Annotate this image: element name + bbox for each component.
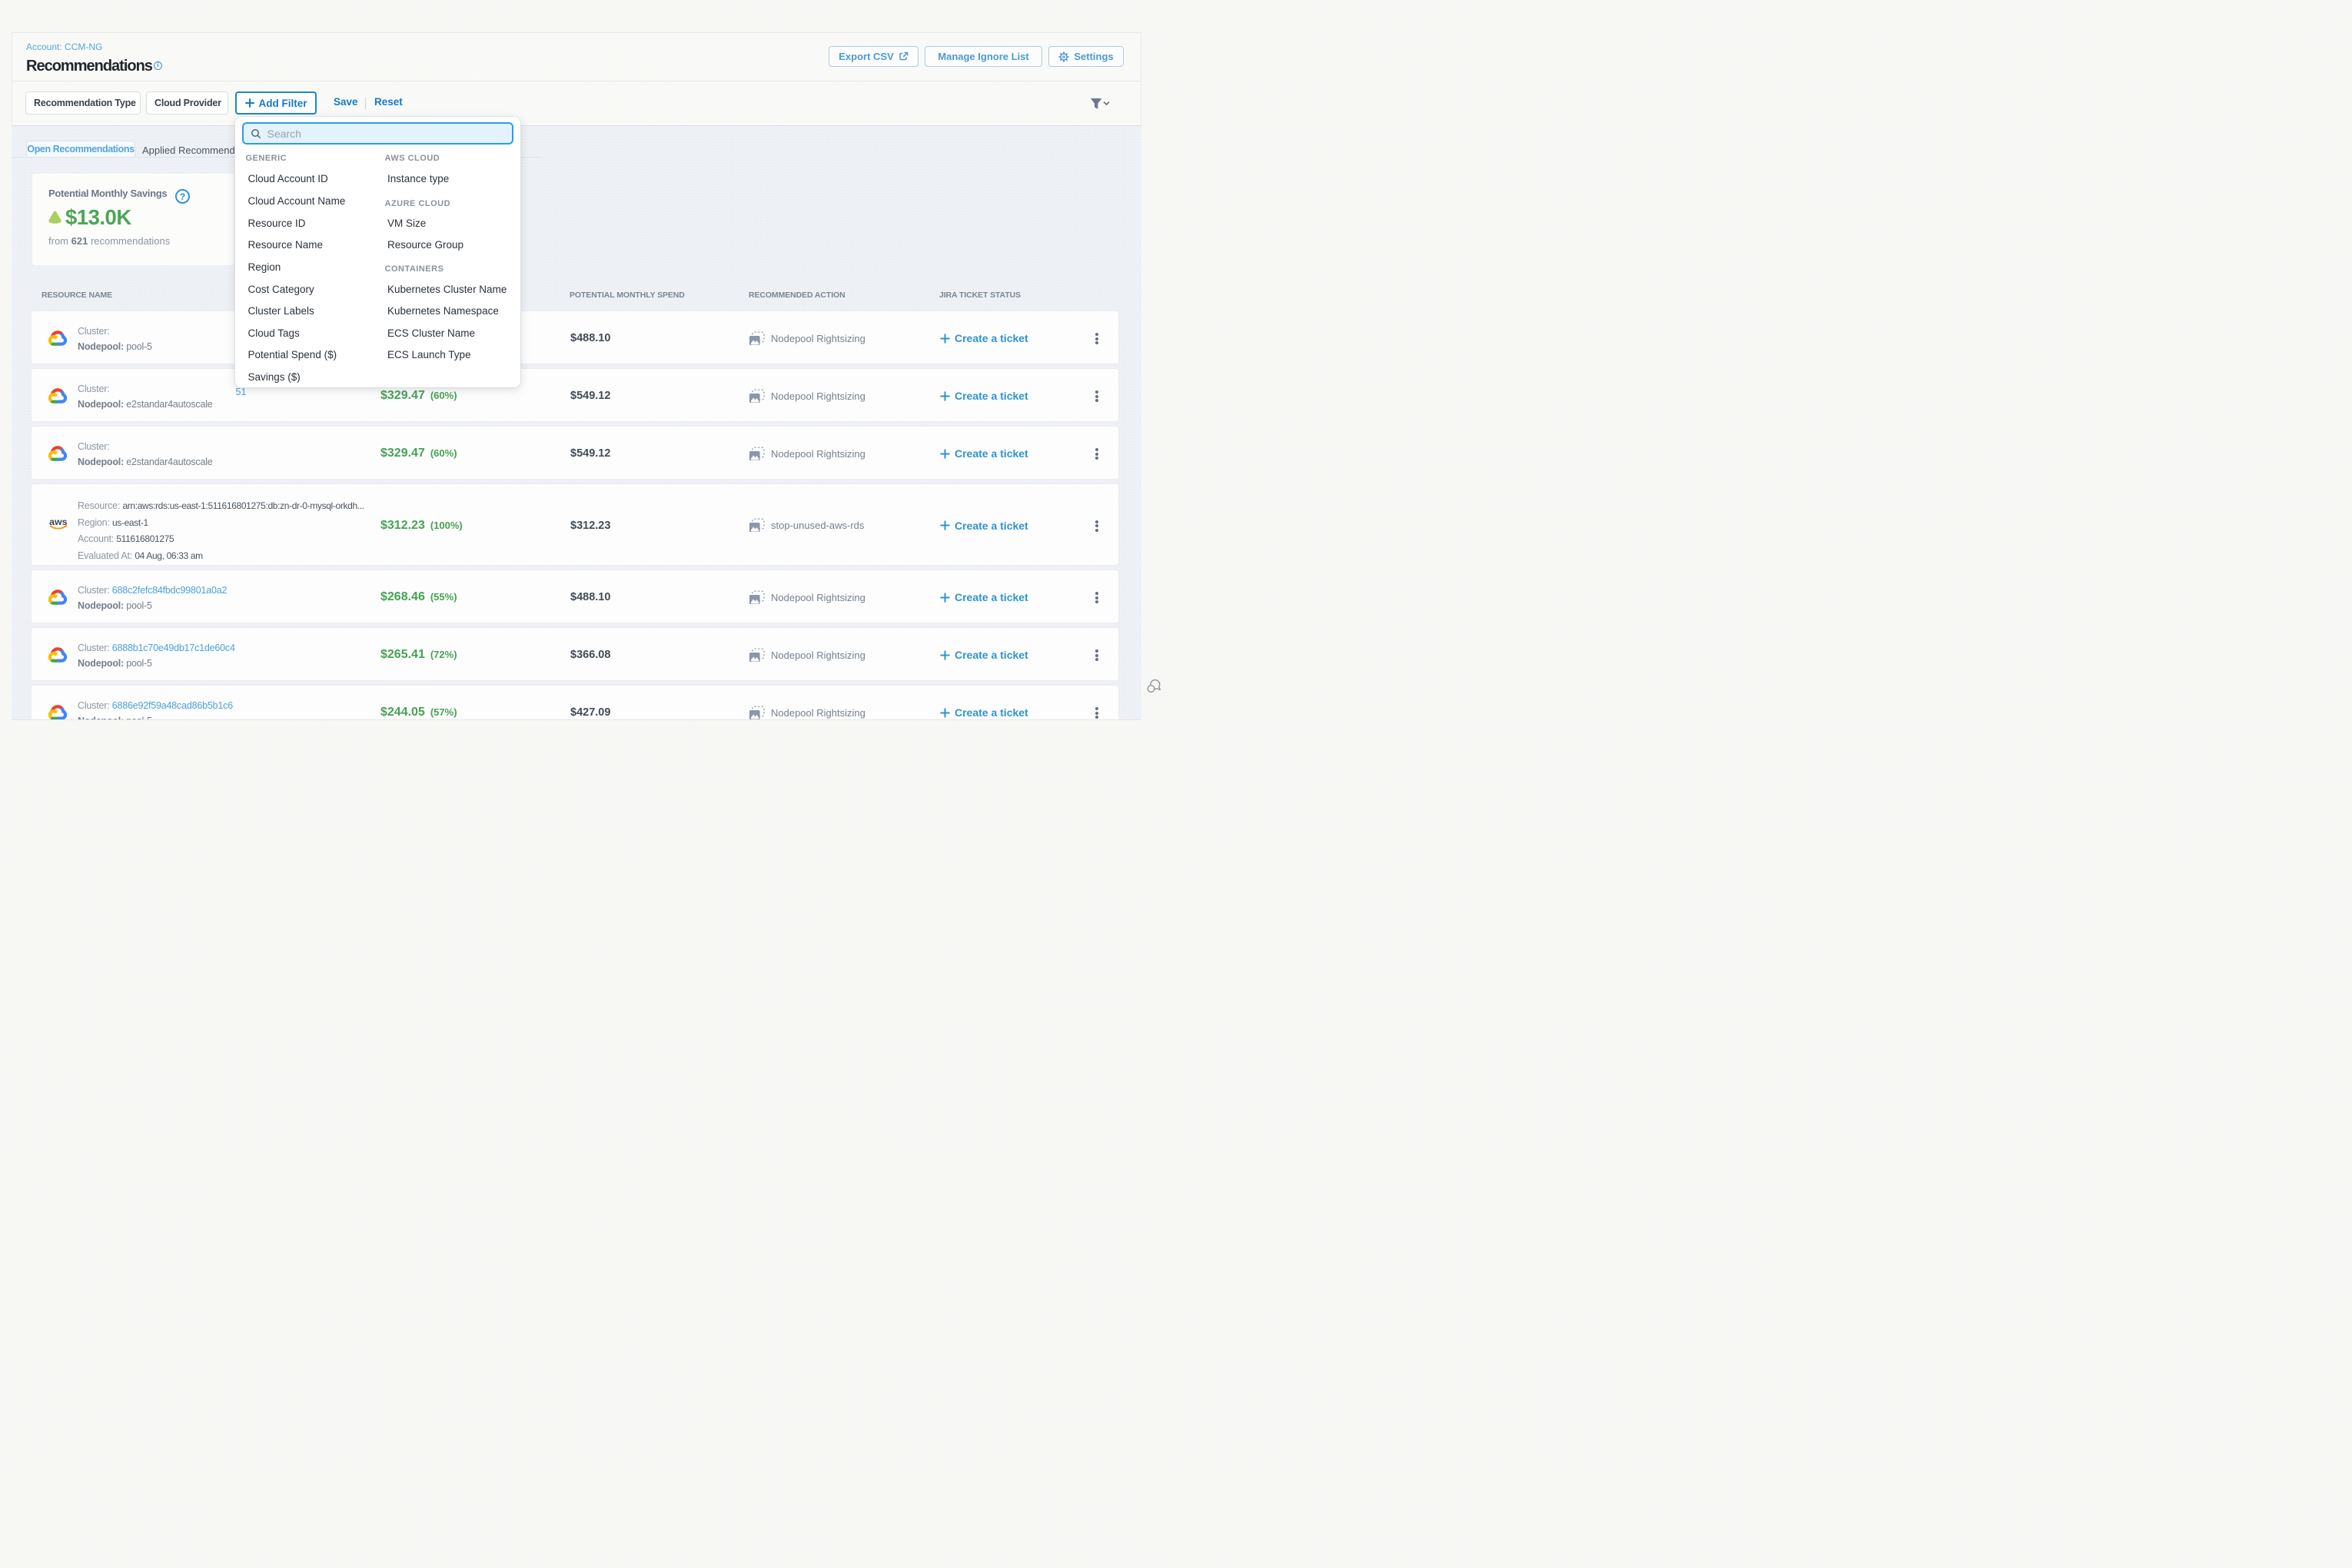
svg-text:aws: aws (49, 517, 68, 527)
